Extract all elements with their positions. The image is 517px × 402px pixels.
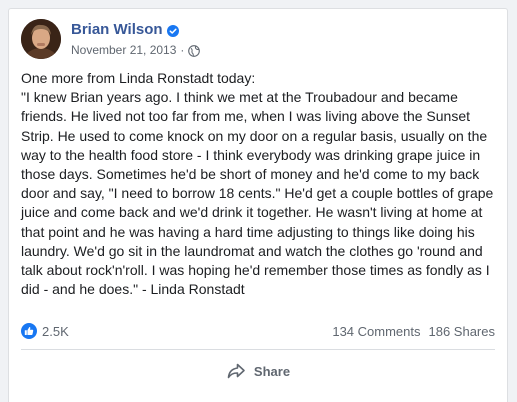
shares-count[interactable]: 186 Shares [429, 324, 496, 339]
post-subline: November 21, 2013 · [71, 41, 201, 59]
post-card: Brian Wilson November 21, 2013 · One mor… [8, 8, 508, 402]
verified-badge-icon [166, 24, 179, 37]
comments-count[interactable]: 134 Comments [332, 324, 420, 339]
post-text: One more from Linda Ronstadt today: "I k… [21, 70, 494, 298]
globe-icon[interactable] [188, 44, 201, 57]
comments-shares: 134 Comments 186 Shares [332, 324, 495, 339]
reaction-count: 2.5K [42, 323, 69, 339]
like-thumb-icon [21, 323, 37, 339]
author-row: Brian Wilson [71, 20, 200, 40]
actions-divider [21, 349, 495, 350]
engagement-stats: 2.5K 134 Comments 186 Shares [21, 320, 495, 342]
share-arrow-icon [226, 361, 246, 381]
post-header: Brian Wilson November 21, 2013 · [21, 19, 201, 59]
separator-dot: · [180, 42, 185, 57]
share-label: Share [253, 363, 291, 379]
post-actions: Share [21, 353, 495, 389]
author-name[interactable]: Brian Wilson [71, 21, 163, 38]
reactions-summary[interactable]: 2.5K [21, 323, 69, 339]
post-meta: Brian Wilson November 21, 2013 · [71, 20, 201, 59]
post-date[interactable]: November 21, 2013 [71, 43, 176, 57]
avatar[interactable] [21, 19, 61, 59]
share-button[interactable]: Share [212, 355, 304, 387]
